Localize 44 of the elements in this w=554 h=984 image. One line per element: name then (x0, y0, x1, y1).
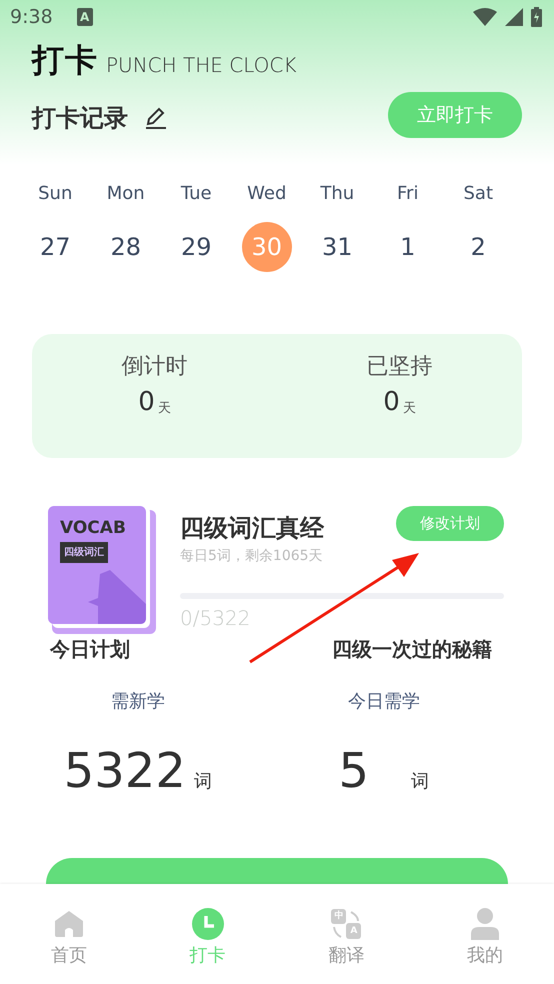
calendar-date[interactable]: 29 (171, 222, 222, 272)
cover-tag: 四级词汇 (60, 542, 108, 563)
page-title: 打卡 (32, 40, 98, 81)
calendar-date[interactable]: 28 (100, 222, 151, 272)
weekday-label: Fri (396, 182, 420, 206)
plan-unit: 词 (411, 770, 430, 794)
signal-icon (505, 8, 523, 26)
plan-summary: 每日5词，剩余1065天 (180, 547, 324, 566)
stat-label: 倒计时 (120, 353, 188, 381)
stat-unit: 天 (158, 400, 171, 418)
wifi-icon (473, 8, 497, 26)
stat-value: 0 (138, 386, 155, 419)
clock-icon (192, 908, 224, 940)
edit-icon[interactable] (144, 106, 168, 130)
stat-value: 0 (383, 386, 400, 419)
weekday-label: Sat (462, 182, 494, 206)
calendar-date[interactable]: 1 (382, 222, 433, 272)
plan-unit: 词 (194, 770, 212, 794)
plan-label: 今日需学 (346, 690, 421, 714)
book-title: 四级词汇真经 (180, 513, 324, 544)
calendar-date[interactable]: 27 (30, 222, 80, 272)
start-review-button[interactable] (46, 858, 508, 884)
status-time: 9:38 (10, 4, 53, 30)
plan-title: 今日计划 (50, 636, 130, 663)
profile-icon (470, 908, 499, 940)
calendar-date[interactable]: 31 (312, 222, 362, 272)
notification-icon: A (76, 8, 93, 26)
tips-link[interactable]: 四级一次过的秘籍 (332, 634, 492, 664)
home-icon (55, 911, 83, 937)
plan-value: 5 (338, 747, 370, 795)
section-title: 打卡记录 (32, 103, 128, 134)
weekday-label: Thu (319, 182, 356, 206)
page-subtitle: PUNCH THE CLOCK (106, 52, 296, 79)
weekday-label: Mon (106, 182, 146, 206)
battery-icon (531, 7, 542, 27)
cover-title: VOCAB (60, 517, 126, 540)
weekday-label: Wed (246, 182, 288, 206)
plan-value: 5322 (64, 747, 186, 795)
stat-label: 已坚持 (366, 353, 434, 381)
stat-unit: 天 (402, 400, 416, 418)
plan-label: 需新学 (110, 690, 166, 714)
weekday-label: Tue (180, 182, 213, 206)
weekday-label: Sun (37, 182, 74, 206)
calendar-date[interactable]: 2 (453, 222, 504, 272)
